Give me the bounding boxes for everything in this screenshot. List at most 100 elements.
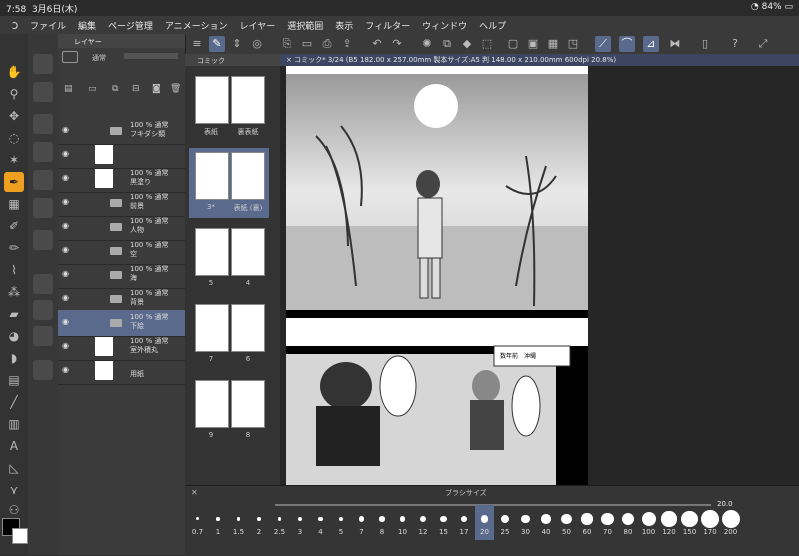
- gradient-icon[interactable]: ▤: [4, 370, 24, 390]
- airbrush-icon[interactable]: ⁂: [4, 282, 24, 302]
- subtool-9-icon[interactable]: [33, 300, 53, 320]
- brush-size-chip[interactable]: 80: [619, 505, 638, 540]
- subtool-3-icon[interactable]: [33, 114, 53, 134]
- brush-size-chip[interactable]: 170: [701, 505, 720, 540]
- layer-row[interactable]: ◉ 100 % 通常海: [58, 262, 185, 289]
- page-thumbnail-left[interactable]: [195, 76, 229, 124]
- layer-row[interactable]: ◉ 100 % 通常 下絵: [58, 310, 185, 337]
- subtool-10-icon[interactable]: [33, 326, 53, 346]
- export-icon[interactable]: ⇪: [339, 36, 355, 52]
- new-raster-icon[interactable]: ▤: [64, 84, 73, 94]
- page-spread[interactable]: 表紙 裏表紙: [189, 72, 269, 142]
- brush-size-chip[interactable]: 1.5: [229, 505, 248, 540]
- page-spread[interactable]: 3* 表紙 (裏): [189, 148, 269, 218]
- subtool-5-icon[interactable]: [33, 170, 53, 190]
- menu-edit[interactable]: 編集: [78, 19, 96, 32]
- invert-selection-icon[interactable]: ▣: [525, 36, 541, 52]
- visibility-eye-icon[interactable]: ◉: [62, 126, 72, 134]
- page-thumbnail-right[interactable]: [231, 152, 265, 200]
- undo-icon[interactable]: ↶: [369, 36, 385, 52]
- layer-row[interactable]: ◉ 100 % 通常 室外積丸: [58, 334, 185, 361]
- brush-size-chip[interactable]: 4: [311, 505, 330, 540]
- page-thumbnail-left[interactable]: [195, 380, 229, 428]
- layer-row[interactable]: ◉ 100 % 通常 黒塗り: [58, 166, 185, 193]
- navigator-icon[interactable]: ◎: [249, 36, 265, 52]
- brush-size-chip[interactable]: 2.5: [270, 505, 289, 540]
- flip-icon[interactable]: ⧓: [667, 36, 683, 52]
- brush-size-chip[interactable]: 50: [557, 505, 576, 540]
- visibility-eye-icon[interactable]: ◉: [62, 318, 72, 326]
- subtool-11-icon[interactable]: [33, 360, 53, 380]
- visibility-eye-icon[interactable]: ◉: [62, 174, 72, 182]
- pencil-icon[interactable]: ✏: [4, 238, 24, 258]
- brush-size-chip[interactable]: 7: [352, 505, 371, 540]
- brush-size-chip[interactable]: 200: [721, 505, 740, 540]
- brush-size-chip[interactable]: 60: [578, 505, 597, 540]
- visibility-eye-icon[interactable]: ◉: [62, 150, 72, 158]
- visibility-eye-icon[interactable]: ◉: [62, 246, 72, 254]
- page-thumbnail-right[interactable]: [231, 380, 265, 428]
- delete-layer-icon[interactable]: 🗑: [170, 84, 181, 94]
- brush-size-chip[interactable]: 30: [516, 505, 535, 540]
- page-spread[interactable]: 98: [189, 376, 269, 446]
- ruler-icon[interactable]: ▥: [4, 414, 24, 434]
- subtool-2-icon[interactable]: [33, 82, 53, 102]
- fill-bucket-icon[interactable]: ◗: [4, 348, 24, 368]
- help-icon[interactable]: ?: [727, 36, 743, 52]
- menu-file[interactable]: ファイル: [30, 19, 66, 32]
- visibility-eye-icon[interactable]: ◉: [62, 366, 72, 374]
- eyedropper-icon[interactable]: ✐: [4, 216, 24, 236]
- page-thumbnail-right[interactable]: [231, 76, 265, 124]
- page-thumbnail-left[interactable]: [195, 228, 229, 276]
- hand-icon[interactable]: ✋: [4, 62, 24, 82]
- subtool-1-icon[interactable]: [33, 54, 53, 74]
- select-none-icon[interactable]: ▢: [505, 36, 521, 52]
- menu-animation[interactable]: アニメーション: [165, 19, 228, 32]
- layer-property-icon[interactable]: ✎: [209, 36, 225, 52]
- brush-size-chip[interactable]: 2: [250, 505, 269, 540]
- brush-size-chip[interactable]: 5: [332, 505, 351, 540]
- brush-size-chip[interactable]: 120: [660, 505, 679, 540]
- reorder-icon[interactable]: ⇕: [229, 36, 245, 52]
- brush-size-chip[interactable]: 12: [414, 505, 433, 540]
- copy-icon[interactable]: ⧉: [439, 36, 455, 52]
- page-thumbnail-right[interactable]: [231, 228, 265, 276]
- lasso-icon[interactable]: ◌: [4, 128, 24, 148]
- copy-layer-icon[interactable]: ⧉: [112, 84, 118, 94]
- select-all-icon[interactable]: ▦: [545, 36, 561, 52]
- subtool-7-icon[interactable]: [33, 230, 53, 250]
- brush-size-chip[interactable]: 10: [393, 505, 412, 540]
- opacity-slider[interactable]: [124, 53, 178, 59]
- menu-filter[interactable]: フィルター: [365, 19, 410, 32]
- brush-size-chip[interactable]: 20: [475, 505, 494, 540]
- menu-layer[interactable]: レイヤー: [240, 19, 276, 32]
- redo-icon[interactable]: ↷: [389, 36, 405, 52]
- zoom-icon[interactable]: ⚲: [4, 84, 24, 104]
- eraser-icon[interactable]: ▰: [4, 304, 24, 324]
- brush-size-chip[interactable]: 0.7: [188, 505, 207, 540]
- brush-size-chip[interactable]: 70: [598, 505, 617, 540]
- visibility-eye-icon[interactable]: ◉: [62, 222, 72, 230]
- page-thumbnail-right[interactable]: [231, 304, 265, 352]
- visibility-eye-icon[interactable]: ◉: [62, 342, 72, 350]
- transform-icon[interactable]: ⬚: [479, 36, 495, 52]
- subtool-8-icon[interactable]: [33, 274, 53, 294]
- blend-mode-select[interactable]: 通常: [92, 53, 106, 63]
- manga-page[interactable]: 数年前 沖縄: [286, 66, 588, 485]
- new-folder-icon[interactable]: ▭: [88, 84, 97, 94]
- brush-size-chip[interactable]: 1: [209, 505, 228, 540]
- subtool-6-icon[interactable]: [33, 198, 53, 218]
- brush-size-chip[interactable]: 3: [291, 505, 310, 540]
- line-icon[interactable]: ╱: [4, 392, 24, 412]
- layer-row[interactable]: ◉ 100 % 通常 フキダシ類: [58, 118, 185, 145]
- layer-row[interactable]: ◉ 100 % 通常 人物: [58, 214, 185, 241]
- snap-icon[interactable]: ⊿: [643, 36, 659, 52]
- page-spread[interactable]: 76: [189, 300, 269, 370]
- menu-view[interactable]: 表示: [335, 19, 353, 32]
- layer-row[interactable]: ◉ 用紙: [58, 358, 185, 385]
- visibility-eye-icon[interactable]: ◉: [62, 270, 72, 278]
- mask-icon[interactable]: ◙: [152, 84, 161, 94]
- brush-size-chip[interactable]: 100: [639, 505, 658, 540]
- visibility-eye-icon[interactable]: ◉: [62, 294, 72, 302]
- menu-selection[interactable]: 選択範囲: [287, 19, 323, 32]
